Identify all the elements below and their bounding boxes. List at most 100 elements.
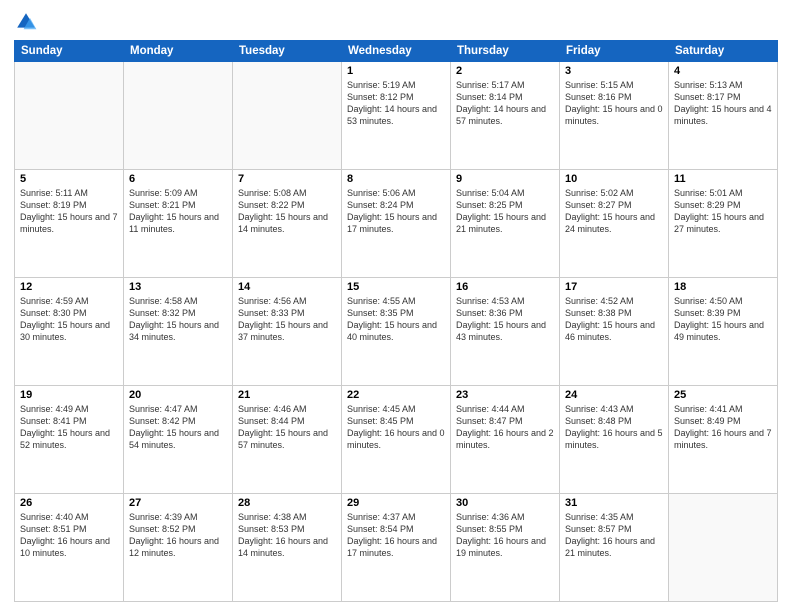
day-number: 13 — [129, 281, 227, 293]
calendar-cell: 15 Sunrise: 4:55 AMSunset: 8:35 PMDayligh… — [342, 278, 451, 386]
day-info: Sunrise: 4:41 AMSunset: 8:49 PMDaylight:… — [674, 403, 772, 452]
weekday-header-wednesday: Wednesday — [342, 41, 451, 62]
day-number: 29 — [347, 497, 445, 509]
calendar-cell: 18 Sunrise: 4:50 AMSunset: 8:39 PMDayligh… — [669, 278, 778, 386]
day-number: 6 — [129, 173, 227, 185]
calendar-cell: 4 Sunrise: 5:13 AMSunset: 8:17 PMDaylight… — [669, 62, 778, 170]
calendar-cell: 2 Sunrise: 5:17 AMSunset: 8:14 PMDaylight… — [451, 62, 560, 170]
calendar-cell: 7 Sunrise: 5:08 AMSunset: 8:22 PMDaylight… — [233, 170, 342, 278]
day-info: Sunrise: 5:13 AMSunset: 8:17 PMDaylight:… — [674, 79, 772, 128]
day-info: Sunrise: 4:40 AMSunset: 8:51 PMDaylight:… — [20, 511, 118, 560]
day-number: 30 — [456, 497, 554, 509]
day-number: 21 — [238, 389, 336, 401]
day-info: Sunrise: 5:19 AMSunset: 8:12 PMDaylight:… — [347, 79, 445, 128]
day-number: 14 — [238, 281, 336, 293]
day-number: 19 — [20, 389, 118, 401]
day-info: Sunrise: 5:08 AMSunset: 8:22 PMDaylight:… — [238, 187, 336, 236]
weekday-header-tuesday: Tuesday — [233, 41, 342, 62]
day-number: 12 — [20, 281, 118, 293]
day-number: 17 — [565, 281, 663, 293]
weekday-header-saturday: Saturday — [669, 41, 778, 62]
calendar-cell: 30 Sunrise: 4:36 AMSunset: 8:55 PMDayligh… — [451, 494, 560, 602]
header — [14, 10, 778, 34]
day-number: 4 — [674, 65, 772, 77]
calendar-cell: 8Sunrise: 5:06 AMSunset: 8:24 PMDaylight… — [342, 170, 451, 278]
calendar-cell: 31 Sunrise: 4:35 AMSunset: 8:57 PMDayligh… — [560, 494, 669, 602]
calendar-cell — [15, 62, 124, 170]
day-number: 2 — [456, 65, 554, 77]
calendar-cell: 29 Sunrise: 4:37 AMSunset: 8:54 PMDayligh… — [342, 494, 451, 602]
day-number: 7 — [238, 173, 336, 185]
day-info: Sunrise: 4:45 AMSunset: 8:45 PMDaylight:… — [347, 403, 445, 452]
day-info: Sunrise: 4:56 AMSunset: 8:33 PMDaylight:… — [238, 295, 336, 344]
calendar-cell: 9 Sunrise: 5:04 AMSunset: 8:25 PMDaylight… — [451, 170, 560, 278]
day-info: Sunrise: 4:36 AMSunset: 8:55 PMDaylight:… — [456, 511, 554, 560]
calendar-cell: 10 Sunrise: 5:02 AMSunset: 8:27 PMDayligh… — [560, 170, 669, 278]
day-info: Sunrise: 5:09 AMSunset: 8:21 PMDaylight:… — [129, 187, 227, 236]
calendar-cell: 1 Sunrise: 5:19 AMSunset: 8:12 PMDaylight… — [342, 62, 451, 170]
day-info: Sunrise: 4:39 AMSunset: 8:52 PMDaylight:… — [129, 511, 227, 560]
day-info: Sunrise: 4:44 AMSunset: 8:47 PMDaylight:… — [456, 403, 554, 452]
calendar-cell: 12Sunrise: 4:59 AMSunset: 8:30 PMDayligh… — [15, 278, 124, 386]
calendar-cell: 14 Sunrise: 4:56 AMSunset: 8:33 PMDayligh… — [233, 278, 342, 386]
weekday-header-thursday: Thursday — [451, 41, 560, 62]
day-info: Sunrise: 5:04 AMSunset: 8:25 PMDaylight:… — [456, 187, 554, 236]
day-number: 31 — [565, 497, 663, 509]
day-info: Sunrise: 4:50 AMSunset: 8:39 PMDaylight:… — [674, 295, 772, 344]
calendar-cell — [124, 62, 233, 170]
day-info: Sunrise: 4:35 AMSunset: 8:57 PMDaylight:… — [565, 511, 663, 560]
calendar-cell: 22 Sunrise: 4:45 AMSunset: 8:45 PMDayligh… — [342, 386, 451, 494]
day-info: Sunrise: 5:01 AMSunset: 8:29 PMDaylight:… — [674, 187, 772, 236]
calendar-cell: 11 Sunrise: 5:01 AMSunset: 8:29 PMDayligh… — [669, 170, 778, 278]
day-number: 22 — [347, 389, 445, 401]
calendar-cell: 25 Sunrise: 4:41 AMSunset: 8:49 PMDayligh… — [669, 386, 778, 494]
calendar-cell: 24 Sunrise: 4:43 AMSunset: 8:48 PMDayligh… — [560, 386, 669, 494]
day-number: 3 — [565, 65, 663, 77]
day-info: Sunrise: 4:52 AMSunset: 8:38 PMDaylight:… — [565, 295, 663, 344]
day-number: 15 — [347, 281, 445, 293]
day-number: 1 — [347, 65, 445, 77]
day-number: 9 — [456, 173, 554, 185]
day-number: 5 — [20, 173, 118, 185]
calendar-cell: 17 Sunrise: 4:52 AMSunset: 8:38 PMDayligh… — [560, 278, 669, 386]
calendar-week-2: 5 Sunrise: 5:11 AMSunset: 8:19 PMDaylight… — [15, 170, 778, 278]
day-number: 25 — [674, 389, 772, 401]
day-number: 27 — [129, 497, 227, 509]
weekday-header-monday: Monday — [124, 41, 233, 62]
calendar-cell — [233, 62, 342, 170]
logo — [14, 10, 42, 34]
calendar-cell: 19 Sunrise: 4:49 AMSunset: 8:41 PMDayligh… — [15, 386, 124, 494]
day-number: 18 — [674, 281, 772, 293]
day-number: 20 — [129, 389, 227, 401]
calendar-cell: 6 Sunrise: 5:09 AMSunset: 8:21 PMDaylight… — [124, 170, 233, 278]
day-info: Sunrise: 5:02 AMSunset: 8:27 PMDaylight:… — [565, 187, 663, 236]
day-number: 8 — [347, 173, 445, 185]
day-info: Sunrise: 5:17 AMSunset: 8:14 PMDaylight:… — [456, 79, 554, 128]
calendar: SundayMondayTuesdayWednesdayThursdayFrid… — [14, 40, 778, 602]
day-number: 23 — [456, 389, 554, 401]
day-number: 10 — [565, 173, 663, 185]
day-info: Sunrise: 4:58 AMSunset: 8:32 PMDaylight:… — [129, 295, 227, 344]
day-info: Sunrise: 4:55 AMSunset: 8:35 PMDaylight:… — [347, 295, 445, 344]
day-number: 24 — [565, 389, 663, 401]
weekday-row: SundayMondayTuesdayWednesdayThursdayFrid… — [15, 41, 778, 62]
day-info: Sunrise: 4:49 AMSunset: 8:41 PMDaylight:… — [20, 403, 118, 452]
day-info: Sunrise: 4:43 AMSunset: 8:48 PMDaylight:… — [565, 403, 663, 452]
logo-icon — [14, 10, 38, 34]
page: SundayMondayTuesdayWednesdayThursdayFrid… — [0, 0, 792, 612]
calendar-header: SundayMondayTuesdayWednesdayThursdayFrid… — [15, 41, 778, 62]
day-info: Sunrise: 4:47 AMSunset: 8:42 PMDaylight:… — [129, 403, 227, 452]
calendar-cell — [669, 494, 778, 602]
calendar-cell: 13 Sunrise: 4:58 AMSunset: 8:32 PMDayligh… — [124, 278, 233, 386]
day-number: 11 — [674, 173, 772, 185]
day-number: 28 — [238, 497, 336, 509]
calendar-cell: 28 Sunrise: 4:38 AMSunset: 8:53 PMDayligh… — [233, 494, 342, 602]
weekday-header-sunday: Sunday — [15, 41, 124, 62]
calendar-week-5: 26Sunrise: 4:40 AMSunset: 8:51 PMDayligh… — [15, 494, 778, 602]
day-info: Sunrise: 4:37 AMSunset: 8:54 PMDaylight:… — [347, 511, 445, 560]
calendar-cell: 3Sunrise: 5:15 AMSunset: 8:16 PMDaylight… — [560, 62, 669, 170]
calendar-week-4: 19 Sunrise: 4:49 AMSunset: 8:41 PMDayligh… — [15, 386, 778, 494]
day-info: Sunrise: 5:11 AMSunset: 8:19 PMDaylight:… — [20, 187, 118, 236]
day-info: Sunrise: 4:38 AMSunset: 8:53 PMDaylight:… — [238, 511, 336, 560]
calendar-body: 1 Sunrise: 5:19 AMSunset: 8:12 PMDaylight… — [15, 62, 778, 602]
